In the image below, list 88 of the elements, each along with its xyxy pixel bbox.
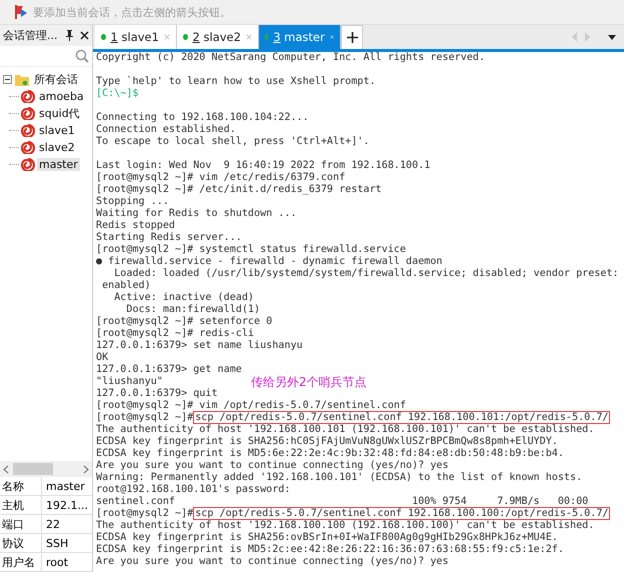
terminal-line: [root@mysql2 ~]# systemctl status firewalld.service bbox=[96, 244, 406, 255]
close-icon[interactable] bbox=[80, 31, 89, 40]
terminal-line: Connection established. bbox=[96, 124, 236, 135]
dropdown-icon[interactable] bbox=[608, 34, 616, 40]
terminal-line: Redis stopped bbox=[96, 220, 176, 231]
property-value: master bbox=[45, 480, 85, 492]
terminal-line: [root@mysql2 ~]# vim /etc/redis/6379.conf bbox=[96, 172, 346, 183]
property-value: 192.1... bbox=[45, 498, 88, 512]
session-tab[interactable]: 3 master bbox=[259, 25, 341, 49]
folder-icon bbox=[15, 74, 29, 86]
terminal-line: ECDSA key fingerprint is SHA256:ovBSrIn+0I+WaIF800Ag0g9gHIb29Gx8HPkJ6z+MU4E. bbox=[96, 532, 558, 543]
scroll-left-icon[interactable] bbox=[3, 464, 9, 474]
horizontal-scrollbar[interactable] bbox=[0, 461, 92, 477]
terminal-line: Are you sure you want to continue connecting (yes/no)? yes bbox=[96, 460, 448, 471]
property-name: 协议 bbox=[0, 534, 42, 552]
panel-title: 会话管理... bbox=[3, 28, 58, 43]
spiral-icon bbox=[21, 124, 35, 137]
collapse-icon[interactable] bbox=[3, 75, 12, 84]
search-icon bbox=[75, 49, 89, 63]
terminal-line: To escape to local shell, press 'Ctrl+Alt+]'. bbox=[96, 136, 370, 147]
shell-prompt: [root@mysql2 ~]# bbox=[96, 508, 194, 519]
tab-label: 3 master bbox=[273, 30, 325, 44]
property-value: 22 bbox=[45, 518, 60, 530]
terminal-line: Type `help' to learn how to use Xshell prompt. bbox=[96, 76, 376, 87]
terminal-line: Loaded: loaded (/usr/lib/systemd/system/firewalld.service; disabled; vendor preset: bbox=[113, 268, 619, 279]
terminal-line: Waiting for Redis to shutdown ... bbox=[96, 208, 297, 219]
terminal-line: Copyright (c) 2020 NetSarang Computer, Inc. All rights reserved. bbox=[96, 52, 485, 63]
terminal-line: [root@mysql2 ~]# vim /opt/redis-5.0.7/sentinel.conf bbox=[96, 400, 406, 411]
tree-item[interactable]: amoeba bbox=[37, 90, 86, 103]
highlighted-command: scp /opt/redis-5.0.7/sentinel.conf 192.168.100.101:/opt/redis-5.0.7/ bbox=[193, 411, 610, 424]
terminal-line: The authenticity of host '192.168.100.100 (192.168.100.100)' can't be established. bbox=[96, 520, 594, 531]
hint-text: 要添加当前会话，点击左侧的箭头按钮。 bbox=[33, 4, 231, 20]
tree-item[interactable]: 所有会话 bbox=[32, 72, 80, 87]
terminal-line: Are you sure you want to continue connecting (yes/no)? yes bbox=[96, 556, 448, 567]
terminal-line: ECDSA key fingerprint is MD5:6e:22:2e:4c:9b:32:48:fd:84:e8:db:50:48:b9:be:b4. bbox=[96, 448, 564, 459]
terminal-line: 127.0.0.1:6379> quit bbox=[96, 388, 218, 399]
terminal-line: Docs: man:firewalld(1) bbox=[125, 304, 260, 315]
status-dot bbox=[183, 34, 188, 40]
property-value: SSH bbox=[45, 536, 68, 550]
tree-item[interactable]: slave1 bbox=[37, 124, 77, 137]
shell-prompt: [root@mysql2 ~]# bbox=[96, 412, 194, 423]
tab-label: 2 slave2 bbox=[192, 30, 241, 44]
flag-icon bbox=[13, 4, 29, 20]
spiral-icon bbox=[21, 107, 35, 120]
highlighted-command: scp /opt/redis-5.0.7/sentinel.conf 192.168.100.100:/opt/redis-5.0.7/ bbox=[193, 507, 610, 520]
terminal-line: enabled) bbox=[101, 280, 151, 291]
tab-label: 1 slave1 bbox=[110, 30, 159, 44]
local-prompt: [C:\~]$ bbox=[96, 88, 139, 99]
status-dot bbox=[265, 34, 268, 40]
terminal-line: root@192.168.100.101's password: bbox=[96, 484, 290, 495]
terminal-line: "liushanyu" bbox=[96, 376, 163, 387]
status-dot bbox=[101, 34, 106, 40]
terminal-line: Warning: Permanently added '192.168.100.101' (ECDSA) to the list of known hosts. bbox=[96, 472, 582, 483]
tree-item[interactable]: master bbox=[37, 158, 80, 171]
terminal-line: [root@mysql2 ~]# setenforce 0 bbox=[96, 316, 272, 327]
terminal-line: ECDSA key fingerprint is MD5:2c:ee:42:8e:26:22:16:36:07:63:68:55:f9:c5:1e:2f. bbox=[96, 544, 564, 555]
property-name: 端口 bbox=[0, 515, 42, 533]
terminal-line: Starting Redis server... bbox=[96, 232, 242, 243]
terminal-line: 127.0.0.1:6379> get name bbox=[96, 364, 242, 375]
tree-item[interactable]: squid代 bbox=[37, 106, 82, 121]
terminal-line: OK bbox=[96, 352, 108, 363]
session-tab[interactable]: 2 slave2 bbox=[177, 25, 259, 49]
spiral-icon bbox=[21, 90, 35, 103]
terminal-line: sentinel.conf 100% 9754 7.9MB/s 00:00 bbox=[96, 496, 588, 507]
terminal-line: ECDSA key fingerprint is SHA256:hC0SjFAjUmVuN8gUWxlUSZrBPCBmQw8s8pmh+ElUYDY. bbox=[96, 436, 558, 447]
spiral-icon bbox=[21, 158, 35, 171]
property-name: 用户名 bbox=[0, 553, 42, 571]
terminal-line: Active: inactive (dead) bbox=[113, 292, 254, 303]
annotation-text: 传给另外2个哨兵节点 bbox=[250, 375, 366, 389]
spiral-icon bbox=[21, 141, 35, 154]
terminal-line: The authenticity of host '192.168.100.101 (192.168.100.101)' can't be established. bbox=[96, 424, 594, 435]
property-name: 名称 bbox=[0, 477, 42, 495]
plus-icon bbox=[346, 32, 358, 43]
scroll-right-icon[interactable] bbox=[83, 464, 89, 474]
terminal[interactable] bbox=[93, 52, 624, 572]
add-tab-button[interactable] bbox=[341, 25, 363, 49]
tree-item[interactable]: slave2 bbox=[37, 141, 77, 154]
terminal-line: 127.0.0.1:6379> set name liushanyu bbox=[96, 340, 303, 351]
terminal-line: Connecting to 192.168.100.104:22... bbox=[96, 112, 309, 123]
property-value: root bbox=[45, 556, 68, 568]
terminal-line: [root@mysql2 ~]# redis-cli bbox=[96, 328, 254, 339]
session-tab[interactable]: 1 slave1 bbox=[95, 25, 177, 49]
pin-icon[interactable] bbox=[65, 30, 74, 41]
property-name: 主机 bbox=[0, 496, 42, 514]
terminal-line: ● firewalld.service - firewalld - dynamic firewall daemon bbox=[96, 256, 442, 267]
terminal-line: [root@mysql2 ~]# /etc/init.d/redis_6379 restart bbox=[96, 184, 382, 195]
terminal-line: Last login: Wed Nov 9 16:40:19 2022 from 192.168.100.1 bbox=[96, 160, 430, 171]
terminal-line: Stopping ... bbox=[96, 196, 169, 207]
